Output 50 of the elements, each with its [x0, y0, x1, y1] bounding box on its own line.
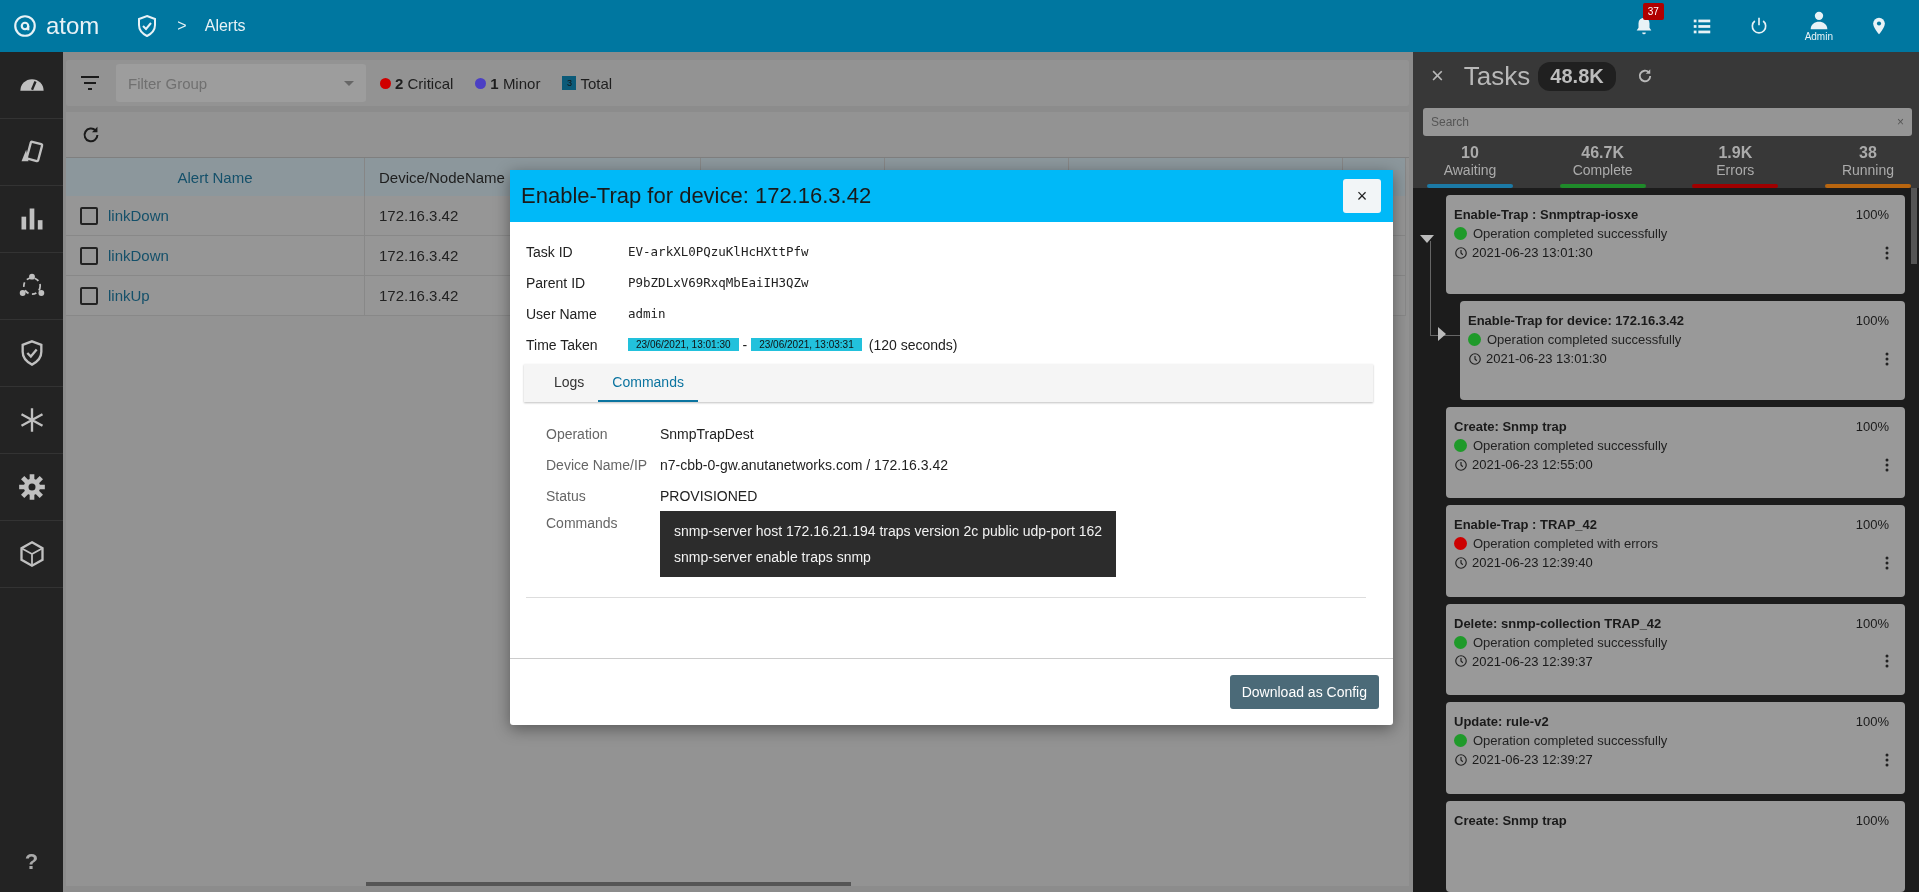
task-title: Enable-Trap for device: 172.16.3.42: [1468, 313, 1685, 328]
task-status: Operation completed with errors: [1473, 536, 1658, 552]
task-time: 2021-06-23 12:39:37: [1472, 653, 1593, 669]
detail-value: n7-cbb-0-gw.anutanetworks.com / 172.16.3.42: [660, 456, 948, 473]
field-label: Parent ID: [526, 274, 587, 291]
notification-badge: 37: [1642, 3, 1664, 20]
field-label: Time Taken: [526, 336, 599, 353]
task-status: Operation completed successfully: [1473, 438, 1668, 453]
task-title: Delete: snmp-collection TRAP_42: [1454, 615, 1662, 631]
completion-percent: 100%: [1855, 517, 1889, 533]
field-label: Task ID: [526, 243, 574, 260]
task-title: Create: Snmp trap: [1454, 812, 1567, 828]
start-time-tag: 23/06/2021, 13:01:30: [628, 338, 739, 351]
breadcrumb-separator: >: [177, 17, 187, 35]
severity-count: 1 Minor: [490, 74, 541, 92]
completion-percent: 100%: [1855, 419, 1889, 434]
detail-label: Operation: [546, 425, 609, 442]
detail-label: Device Name/IP: [546, 456, 649, 473]
detail-value: SnmpTrapDest: [660, 425, 754, 442]
completion-percent: 100%: [1855, 714, 1889, 730]
task-time: 2021-06-23 12:39:27: [1472, 752, 1593, 768]
task-time: 2021-06-23 12:39:40: [1472, 555, 1593, 571]
task-time: 2021-06-23 13:01:30: [1472, 245, 1593, 260]
task-time: 2021-06-23 12:55:00: [1472, 457, 1593, 472]
task-count-badge: 48.8K: [1538, 61, 1616, 91]
task-status: Operation completed successfully: [1487, 332, 1682, 347]
detail-value: PROVISIONED: [660, 487, 758, 504]
duration-text: (120 seconds): [868, 336, 958, 353]
task-time: 2021-06-23 13:01:30: [1486, 351, 1607, 366]
time-separator: -: [742, 336, 748, 353]
task-title: Update: rule-v2: [1454, 714, 1549, 730]
completion-percent: 100%: [1855, 812, 1889, 828]
commands-block: snmp-server host 172.16.21.194 traps version 2c public udp-port 162 snmp-server enable traps snmp: [660, 511, 1117, 577]
task-status: Operation completed successfully: [1473, 733, 1668, 749]
app-logo-text: atom: [46, 12, 100, 40]
completion-percent: 100%: [1855, 615, 1889, 631]
count-label: Total: [580, 74, 613, 92]
panel-title: Tasks: [1463, 60, 1531, 92]
detail-label: Status: [546, 487, 587, 504]
task-status: Operation completed successfully: [1473, 226, 1668, 241]
severity-count: 2 Critical: [395, 74, 454, 92]
total-count-badge: 3: [562, 76, 577, 90]
completion-percent: 100%: [1855, 207, 1889, 222]
detail-label: Commands: [546, 514, 619, 531]
task-title: Create: Snmp trap: [1454, 419, 1567, 434]
task-title: Enable-Trap : Snmptrap-iosxe: [1454, 207, 1639, 222]
end-time-tag: 23/06/2021, 13:03:31: [751, 338, 862, 351]
task-status: Operation completed successfully: [1473, 634, 1668, 650]
task-title: Enable-Trap : TRAP_42: [1454, 517, 1598, 533]
completion-percent: 100%: [1855, 313, 1889, 328]
